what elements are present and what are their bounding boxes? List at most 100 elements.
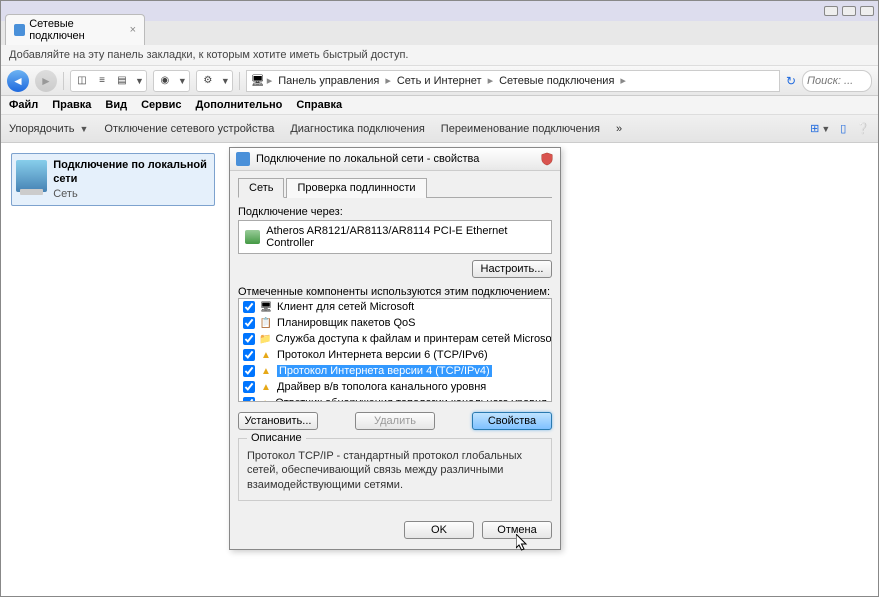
menu-bar: Файл Правка Вид Сервис Дополнительно Спр… xyxy=(1,96,878,115)
components-label: Отмеченные компоненты используются этим … xyxy=(238,286,552,298)
tab-close-icon[interactable]: × xyxy=(130,24,136,36)
bookmarks-hint: Добавляйте на эту панель закладки, к кот… xyxy=(9,49,408,61)
component-checkbox[interactable] xyxy=(243,381,255,393)
chevron-right-icon: ▸ xyxy=(385,74,391,87)
network-icon xyxy=(236,152,250,166)
menu-advanced[interactable]: Дополнительно xyxy=(196,99,283,111)
cmd-organize[interactable]: Упорядочить▼ xyxy=(9,123,88,135)
adapter-name: Atheros AR8121/AR8113/AR8114 PCI-E Ether… xyxy=(266,225,545,249)
computer-icon: 🖥 xyxy=(251,74,265,87)
component-checkbox[interactable] xyxy=(243,365,255,377)
cmd-more[interactable]: » xyxy=(616,123,622,135)
install-button[interactable]: Установить... xyxy=(238,412,318,430)
component-checkbox[interactable] xyxy=(243,397,255,402)
adapter-box: Atheros AR8121/AR8113/AR8114 PCI-E Ether… xyxy=(238,220,552,254)
forward-button[interactable]: ► xyxy=(35,70,57,92)
menu-help[interactable]: Справка xyxy=(296,99,342,111)
component-list[interactable]: 🖥 Клиент для сетей Microsoft 📋 Планировщ… xyxy=(238,298,552,402)
qos-icon: 📋 xyxy=(259,316,273,330)
command-bar: Упорядочить▼ Отключение сетевого устройс… xyxy=(1,115,878,143)
connection-item[interactable]: Подключение по локальной сети Сеть xyxy=(11,153,215,206)
content-area: Подключение по локальной сети Сеть Подкл… xyxy=(1,143,878,596)
dialog-title: Подключение по локальной сети - свойства xyxy=(256,153,479,165)
breadcrumb-item[interactable]: Сетевые подключения xyxy=(495,75,618,87)
view-icon[interactable]: ◫ xyxy=(73,73,91,89)
protocol-icon: ▲ xyxy=(259,380,273,394)
connection-text: Подключение по локальной сети Сеть xyxy=(53,158,210,201)
gear-icon[interactable]: ⚙ xyxy=(199,73,217,89)
component-item[interactable]: ▲ Ответчик обнаружения топологии канальн… xyxy=(239,395,551,402)
configure-button[interactable]: Настроить... xyxy=(472,260,552,278)
component-checkbox[interactable] xyxy=(243,349,255,361)
menu-view[interactable]: Вид xyxy=(105,99,127,111)
chevron-down-icon[interactable]: ▼ xyxy=(135,76,144,86)
cancel-button[interactable]: Отмена xyxy=(482,521,552,539)
protocol-icon: ▲ xyxy=(259,396,271,402)
search-input[interactable] xyxy=(802,70,872,92)
component-item[interactable]: ▲ Драйвер в/в тополога канального уровня xyxy=(239,379,551,395)
shield-icon xyxy=(540,152,554,166)
connection-title: Подключение по локальной сети xyxy=(53,158,210,187)
menu-edit[interactable]: Правка xyxy=(52,99,91,111)
minimize-button[interactable] xyxy=(824,6,838,16)
chevron-down-icon[interactable]: ▼ xyxy=(178,76,187,86)
view-mode-group: ◫ ≡ ▤ ▼ xyxy=(70,70,147,92)
cmd-diagnose[interactable]: Диагностика подключения xyxy=(290,123,424,135)
maximize-button[interactable] xyxy=(842,6,856,16)
remove-button: Удалить xyxy=(355,412,435,430)
close-button[interactable] xyxy=(860,6,874,16)
refresh-icon[interactable]: ↻ xyxy=(786,74,796,88)
connection-icon xyxy=(16,160,47,192)
dialog-footer: OK Отмена xyxy=(230,511,560,549)
adapter-icon xyxy=(245,230,260,244)
browser-tab[interactable]: Сетевые подключен × xyxy=(5,14,145,45)
component-item[interactable]: 📁 Служба доступа к файлам и принтерам се… xyxy=(239,331,551,347)
component-item[interactable]: 📋 Планировщик пакетов QoS xyxy=(239,315,551,331)
preview-pane-icon[interactable]: ▯ xyxy=(840,122,846,135)
chevron-down-icon[interactable]: ▼ xyxy=(221,76,230,86)
description-box: Описание Протокол TCP/IP - стандартный п… xyxy=(238,438,552,501)
properties-button[interactable]: Свойства xyxy=(472,412,552,430)
preview-group: ◉ ▼ xyxy=(153,70,190,92)
chevron-right-icon: ▸ xyxy=(267,74,273,87)
menu-file[interactable]: Файл xyxy=(9,99,38,111)
ok-button[interactable]: OK xyxy=(404,521,474,539)
view-details-icon[interactable]: ▤ xyxy=(113,73,131,89)
cmd-disable[interactable]: Отключение сетевого устройства xyxy=(104,123,274,135)
view-icon[interactable]: ⊞▼ xyxy=(810,122,830,135)
component-item-selected[interactable]: ▲ Протокол Интернета версии 4 (TCP/IPv4) xyxy=(239,363,551,379)
dialog-titlebar[interactable]: Подключение по локальной сети - свойства xyxy=(230,148,560,171)
properties-dialog: Подключение по локальной сети - свойства… xyxy=(229,147,561,550)
network-icon xyxy=(14,24,25,36)
description-text: Протокол TCP/IP - стандартный протокол г… xyxy=(247,449,543,492)
component-checkbox[interactable] xyxy=(243,301,255,313)
back-button[interactable]: ◄ xyxy=(7,70,29,92)
help-icon[interactable]: ❔ xyxy=(856,122,870,135)
breadcrumb-item[interactable]: Сеть и Интернет xyxy=(393,75,486,87)
component-checkbox[interactable] xyxy=(243,333,255,345)
eye-icon[interactable]: ◉ xyxy=(156,73,174,89)
chevron-right-icon: ▸ xyxy=(620,74,626,87)
view-list-icon[interactable]: ≡ xyxy=(93,73,111,89)
connect-via-label: Подключение через: xyxy=(238,206,552,218)
tab-network[interactable]: Сеть xyxy=(238,178,284,198)
share-icon: 📁 xyxy=(259,332,271,346)
protocol-icon: ▲ xyxy=(259,364,273,378)
breadcrumb-item[interactable]: Панель управления xyxy=(274,75,383,87)
client-icon: 🖥 xyxy=(259,300,273,314)
tab-title: Сетевые подключен xyxy=(29,18,125,42)
tab-auth[interactable]: Проверка подлинности xyxy=(286,178,426,198)
tab-strip: Сетевые подключен × xyxy=(1,21,878,45)
component-item[interactable]: ▲ Протокол Интернета версии 6 (TCP/IPv6) xyxy=(239,347,551,363)
chevron-right-icon: ▸ xyxy=(488,74,494,87)
settings-group: ⚙ ▼ xyxy=(196,70,233,92)
breadcrumb[interactable]: 🖥 ▸ Панель управления ▸ Сеть и Интернет … xyxy=(246,70,780,92)
protocol-icon: ▲ xyxy=(259,348,273,362)
component-item[interactable]: 🖥 Клиент для сетей Microsoft xyxy=(239,299,551,315)
connection-status: Сеть xyxy=(53,187,210,201)
cmd-rename[interactable]: Переименование подключения xyxy=(441,123,600,135)
component-checkbox[interactable] xyxy=(243,317,255,329)
dialog-tabs: Сеть Проверка подлинности xyxy=(238,177,552,198)
description-legend: Описание xyxy=(247,432,306,444)
menu-service[interactable]: Сервис xyxy=(141,99,181,111)
